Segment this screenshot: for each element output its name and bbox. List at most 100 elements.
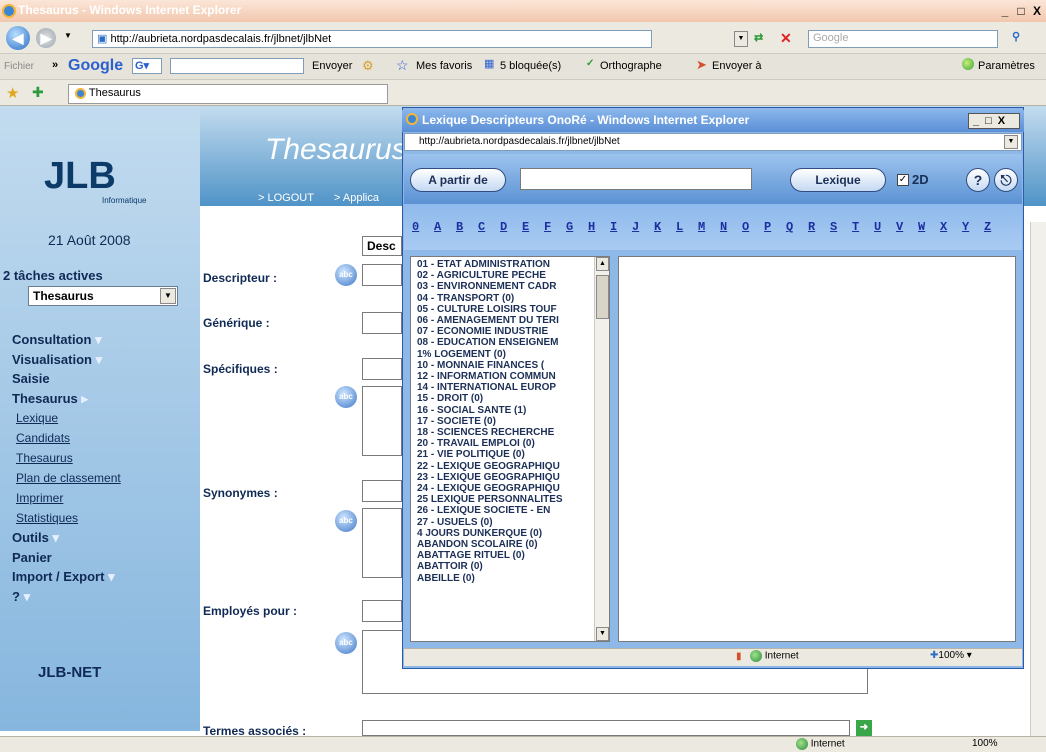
abc-spellcheck-icon[interactable]: abc <box>335 264 357 286</box>
address-input[interactable]: ▣ http://aubrieta.nordpasdecalais.fr/jlb… <box>92 30 652 48</box>
letter-link-q[interactable]: Q <box>786 220 793 234</box>
employes-pour-input[interactable] <box>362 600 402 622</box>
google-search-input[interactable] <box>170 58 304 74</box>
letter-link-l[interactable]: L <box>676 220 683 234</box>
letter-link-t[interactable]: T <box>852 220 859 234</box>
menu-saisie[interactable]: Saisie <box>12 369 121 389</box>
list-item[interactable]: ABEILLE (0) <box>417 573 595 584</box>
close-popup-icon[interactable]: ⎋ <box>994 168 1018 192</box>
lexique-button[interactable]: Lexique <box>790 168 886 192</box>
letter-link-h[interactable]: H <box>588 220 595 234</box>
submenu-plan-de-classement[interactable]: Plan de classement <box>12 468 121 488</box>
descripteur-tab[interactable]: Desc <box>362 236 402 256</box>
abc-spellcheck-icon[interactable]: abc <box>335 510 357 532</box>
popup-window-controls[interactable]: _□X <box>968 113 1020 129</box>
abc-spellcheck-icon[interactable]: abc <box>335 386 357 408</box>
list-item[interactable]: 03 - ENVIRONNEMENT CADR <box>417 281 595 292</box>
logout-link[interactable]: > LOGOUT <box>258 192 314 204</box>
menu-import-export[interactable]: Import / Export ▾ <box>12 567 121 587</box>
list-item[interactable]: 17 - SOCIETE (0) <box>417 416 595 427</box>
termes-associes-input[interactable] <box>362 720 850 736</box>
letter-link-r[interactable]: R <box>808 220 815 234</box>
forward-arrow-icon[interactable]: ▶ <box>36 28 56 48</box>
a-partir-de-button[interactable]: A partir de <box>410 168 506 192</box>
help-button[interactable]: ? <box>966 168 990 192</box>
envoyer-button[interactable]: Envoyer <box>312 60 352 72</box>
list-item[interactable]: 21 - VIE POLITIQUE (0) <box>417 449 595 460</box>
parametres-button[interactable]: Paramètres <box>978 60 1035 72</box>
history-dropdown-icon[interactable]: ▼ <box>64 31 72 40</box>
list-item[interactable]: 25 LEXIQUE PERSONNALITES <box>417 494 595 505</box>
generique-input[interactable] <box>362 312 402 334</box>
list-item[interactable]: 14 - INTERNATIONAL EUROP <box>417 382 595 393</box>
list-item[interactable]: 05 - CULTURE LOISIRS TOUF <box>417 304 595 315</box>
letter-link-x[interactable]: X <box>940 220 947 234</box>
list-item[interactable]: 01 - ETAT ADMINISTRATION <box>417 259 595 270</box>
list-item[interactable]: 16 - SOCIAL SANTE (1) <box>417 405 595 416</box>
letter-link-0[interactable]: 0 <box>412 220 419 234</box>
list-item[interactable]: 12 - INFORMATION COMMUN <box>417 371 595 382</box>
menu-visualisation[interactable]: Visualisation ▾ <box>12 350 121 370</box>
submenu-statistiques[interactable]: Statistiques <box>12 508 121 528</box>
letter-link-n[interactable]: N <box>720 220 727 234</box>
google-g-button[interactable]: G▾ <box>132 58 162 74</box>
letter-link-y[interactable]: Y <box>962 220 969 234</box>
task-select[interactable]: Thesaurus ▼ <box>28 286 178 306</box>
list-item[interactable]: 10 - MONNAIE FINANCES ( <box>417 360 595 371</box>
star-icon[interactable]: ☆ <box>396 57 409 74</box>
2d-checkbox[interactable]: ✓ <box>897 174 909 186</box>
list-item[interactable]: ABANDON SCOLAIRE (0) <box>417 539 595 550</box>
submenu-candidats[interactable]: Candidats <box>12 428 121 448</box>
list-item[interactable]: 22 - LEXIQUE GEOGRAPHIQU <box>417 461 595 472</box>
submenu-lexique[interactable]: Lexique <box>12 408 121 428</box>
list-item[interactable]: 1% LOGEMENT (0) <box>417 349 595 360</box>
menu-panier[interactable]: Panier <box>12 548 121 568</box>
menu-thesaurus[interactable]: Thesaurus ▸ <box>12 389 121 409</box>
list-item[interactable]: 08 - EDUCATION ENSEIGNEM <box>417 337 595 348</box>
letter-link-o[interactable]: O <box>742 220 749 234</box>
search-icon[interactable]: ⚲ <box>1012 30 1020 43</box>
letter-link-f[interactable]: F <box>544 220 551 234</box>
specifiques-input[interactable] <box>362 358 402 380</box>
letter-link-g[interactable]: G <box>566 220 573 234</box>
list-item[interactable]: 27 - USUELS (0) <box>417 517 595 528</box>
favorites-star-icon[interactable]: ★ <box>6 84 19 102</box>
letter-link-j[interactable]: J <box>632 220 639 234</box>
letter-link-v[interactable]: V <box>896 220 903 234</box>
list-item[interactable]: 26 - LEXIQUE SOCIETE - EN <box>417 505 595 516</box>
stop-icon[interactable]: ✕ <box>780 30 792 47</box>
close-button[interactable]: X <box>1030 4 1044 18</box>
list-item[interactable]: 15 - DROIT (0) <box>417 393 595 404</box>
menu-consultation[interactable]: Consultation ▾ <box>12 330 121 350</box>
favoris-button[interactable]: Mes favoris <box>416 60 472 72</box>
list-item[interactable]: ABATTAGE RITUEL (0) <box>417 550 595 561</box>
list-item[interactable]: 07 - ECONOMIE INDUSTRIE <box>417 326 595 337</box>
list-scrollbar[interactable]: ▲ ▼ <box>594 257 609 641</box>
minimize-button[interactable]: _ <box>998 4 1012 18</box>
popup-zoom[interactable]: ✚100% ▾ <box>930 650 972 661</box>
refresh-icon[interactable]: ⇄ <box>754 31 763 44</box>
list-item[interactable]: ABATTOIR (0) <box>417 561 595 572</box>
maximize-button[interactable]: □ <box>1014 4 1028 18</box>
letter-link-e[interactable]: E <box>522 220 529 234</box>
letter-link-i[interactable]: I <box>610 220 617 234</box>
add-favorite-icon[interactable]: ✚ <box>32 84 44 101</box>
synonymes-list[interactable] <box>362 508 402 578</box>
popup-address-dropdown-icon[interactable]: ▼ <box>1004 135 1018 149</box>
letter-link-k[interactable]: K <box>654 220 661 234</box>
list-item[interactable]: 18 - SCIENCES RECHERCHE <box>417 427 595 438</box>
descripteur-input[interactable] <box>362 264 402 286</box>
menu-outils[interactable]: Outils ▾ <box>12 528 121 548</box>
letter-link-s[interactable]: S <box>830 220 837 234</box>
submenu-thesaurus[interactable]: Thesaurus <box>12 448 121 468</box>
menu-fichier[interactable]: Fichier <box>4 61 34 72</box>
specifiques-list[interactable] <box>362 386 402 456</box>
tab-thesaurus[interactable]: Thesaurus <box>68 84 388 104</box>
status-zoom[interactable]: 100% <box>972 738 998 749</box>
address-dropdown-icon[interactable]: ▼ <box>734 31 748 47</box>
scroll-down-icon[interactable]: ▼ <box>596 627 609 641</box>
applications-link[interactable]: > Applica <box>334 192 379 204</box>
letter-link-b[interactable]: B <box>456 220 463 234</box>
scroll-thumb[interactable] <box>596 275 609 319</box>
menu-help[interactable]: ? ▾ <box>12 587 121 607</box>
